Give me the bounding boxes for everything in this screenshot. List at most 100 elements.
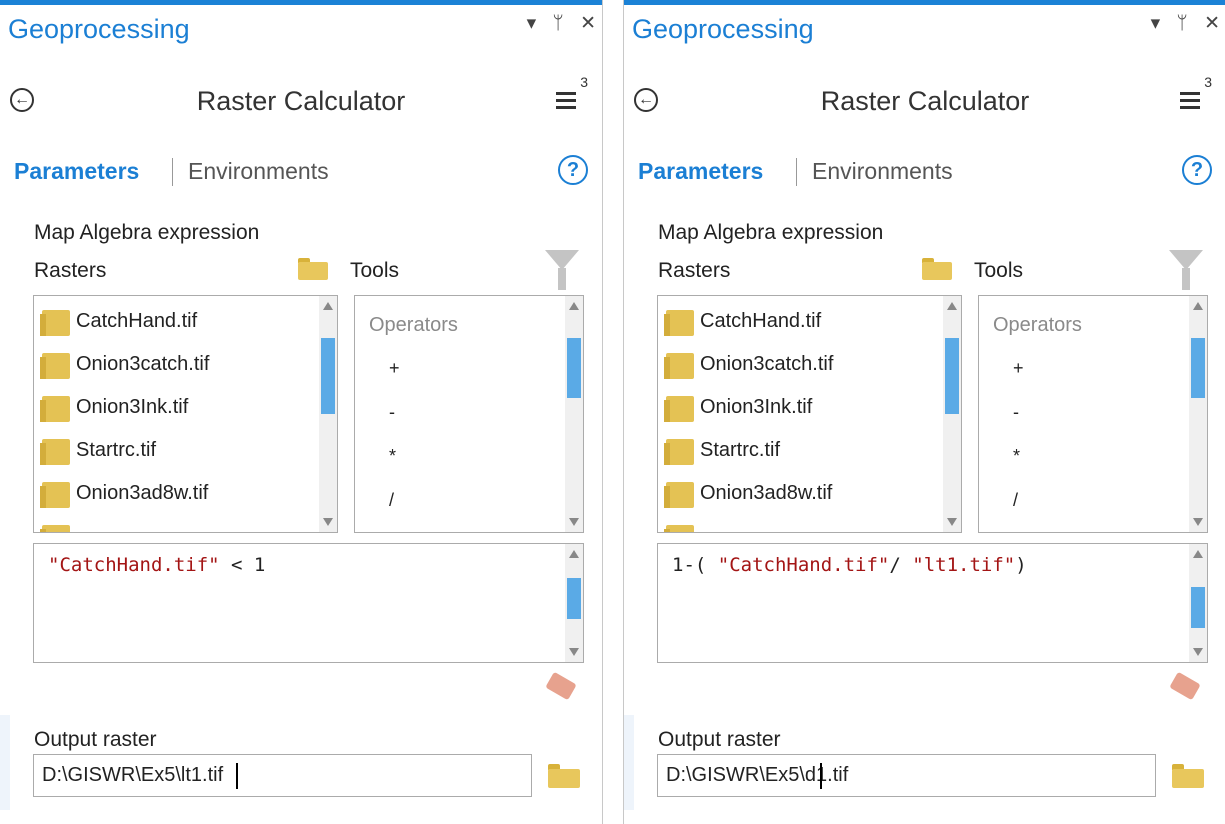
operator-item[interactable]: /	[1013, 490, 1018, 511]
close-icon[interactable]: ✕	[580, 13, 596, 34]
rasters-label: Rasters	[34, 259, 107, 282]
window-controls: ▾ ᛘ ✕	[1140, 12, 1220, 35]
raster-folder-icon	[664, 482, 694, 508]
operator-item[interactable]: -	[389, 402, 395, 423]
scroll-up-icon[interactable]	[569, 302, 579, 310]
operator-item[interactable]: *	[1013, 446, 1020, 467]
scroll-thumb[interactable]	[321, 338, 335, 414]
browse-folder-icon[interactable]	[1172, 764, 1204, 788]
folder-icon[interactable]	[922, 258, 952, 280]
raster-name: Onion3catch.tif	[76, 353, 210, 375]
expression-text[interactable]: "CatchHand.tif" < 1	[48, 554, 265, 576]
tools-list[interactable]: Operators + - * /	[978, 295, 1208, 533]
raster-name: Onion3ad8w.tif	[700, 482, 833, 504]
scroll-thumb[interactable]	[567, 338, 581, 398]
scroll-down-icon[interactable]	[947, 518, 957, 526]
text-caret	[236, 763, 238, 789]
geoprocessing-pane-right: Geoprocessing ▾ ᛘ ✕ ← Raster Calculator …	[624, 0, 1225, 824]
scroll-down-icon[interactable]	[323, 518, 333, 526]
tool-title: Raster Calculator	[820, 86, 1030, 116]
raster-name: Onion3Ink.tif	[700, 396, 813, 418]
scroll-up-icon[interactable]	[323, 302, 333, 310]
operators-header[interactable]: Operators	[993, 314, 1082, 337]
raster-folder-icon	[40, 525, 70, 532]
window-controls: ▾ ᛘ ✕	[516, 12, 596, 35]
scroll-up-icon[interactable]	[569, 550, 579, 558]
scroll-thumb[interactable]	[1191, 338, 1205, 398]
pane-title: Geoprocessing	[8, 14, 190, 44]
rasters-list[interactable]: CatchHand.tif Onion3catch.tif Onion3Ink.ti…	[33, 295, 338, 533]
expression-editor[interactable]: 1-( "CatchHand.tif"/ "lt1.tif")	[657, 543, 1208, 663]
scroll-down-icon[interactable]	[569, 518, 579, 526]
tab-environments[interactable]: Environments	[812, 158, 953, 185]
scroll-down-icon[interactable]	[569, 648, 579, 656]
expression-editor[interactable]: "CatchHand.tif" < 1	[33, 543, 584, 663]
eraser-icon[interactable]	[545, 671, 577, 701]
menu-icon[interactable]	[556, 92, 576, 113]
menu-count-badge: 3	[580, 74, 588, 90]
operator-item[interactable]: +	[389, 358, 400, 379]
scroll-thumb[interactable]	[1191, 586, 1205, 628]
expr-string-2: "lt1.tif"	[912, 554, 1016, 576]
tools-scrollbar[interactable]	[1189, 296, 1207, 532]
filter-icon[interactable]	[545, 250, 579, 270]
operator-item[interactable]: /	[389, 490, 394, 511]
raster-name: Onion3catch.tif	[700, 353, 834, 375]
output-raster-input[interactable]	[657, 754, 1156, 797]
raster-folder-icon	[664, 396, 694, 422]
scroll-thumb[interactable]	[945, 338, 959, 414]
raster-folder-icon	[40, 396, 70, 422]
dropdown-icon[interactable]: ▾	[1151, 13, 1161, 34]
tools-list[interactable]: Operators + - * /	[354, 295, 584, 533]
raster-folder-icon	[40, 353, 70, 379]
rasters-label: Rasters	[658, 259, 731, 282]
expression-label: Map Algebra expression	[34, 221, 260, 244]
scroll-up-icon[interactable]	[947, 302, 957, 310]
operator-item[interactable]: +	[1013, 358, 1024, 379]
expression-scrollbar[interactable]	[565, 544, 583, 662]
scroll-down-icon[interactable]	[1193, 648, 1203, 656]
tools-label: Tools	[350, 259, 400, 282]
output-raster-input[interactable]	[33, 754, 532, 797]
rasters-scrollbar[interactable]	[943, 296, 961, 532]
scroll-down-icon[interactable]	[1193, 518, 1203, 526]
folder-icon[interactable]	[298, 258, 328, 280]
expression-scrollbar[interactable]	[1189, 544, 1207, 662]
tools-scrollbar[interactable]	[565, 296, 583, 532]
rasters-scrollbar[interactable]	[319, 296, 337, 532]
operator-item[interactable]: -	[1013, 402, 1019, 423]
output-raster-label: Output raster	[34, 728, 157, 751]
raster-folder-icon	[664, 525, 694, 532]
raster-folder-icon	[40, 310, 70, 336]
tab-parameters[interactable]: Parameters	[638, 158, 763, 185]
raster-name: CatchHand.tif	[76, 310, 198, 332]
operator-item[interactable]: *	[389, 446, 396, 467]
operators-header[interactable]: Operators	[369, 314, 458, 337]
menu-icon[interactable]	[1180, 92, 1200, 113]
dropdown-icon[interactable]: ▾	[527, 13, 537, 34]
expr-string-1: "CatchHand.tif"	[48, 554, 220, 576]
rasters-list[interactable]: CatchHand.tif Onion3catch.tif Onion3Ink.ti…	[657, 295, 962, 533]
browse-folder-icon[interactable]	[548, 764, 580, 788]
pin-icon[interactable]: ᛘ	[1176, 13, 1187, 34]
raster-name: Onion3ad8w.tif	[76, 482, 209, 504]
pin-icon[interactable]: ᛘ	[552, 13, 563, 34]
expression-text[interactable]: 1-( "CatchHand.tif"/ "lt1.tif")	[672, 554, 1027, 576]
raster-folder-icon	[40, 482, 70, 508]
scroll-up-icon[interactable]	[1193, 550, 1203, 558]
expr-middle: < 1	[219, 554, 266, 576]
scroll-thumb[interactable]	[567, 578, 581, 620]
tab-environments[interactable]: Environments	[188, 158, 329, 185]
help-icon[interactable]: ?	[1182, 155, 1212, 185]
pane-title: Geoprocessing	[632, 14, 814, 44]
filter-icon[interactable]	[1169, 250, 1203, 270]
geoprocessing-pane-left: Geoprocessing ▾ ᛘ ✕ ← Raster Calculator …	[0, 0, 602, 824]
tab-parameters[interactable]: Parameters	[14, 158, 139, 185]
expr-middle: /	[889, 554, 913, 576]
eraser-icon[interactable]	[1169, 671, 1201, 701]
scroll-up-icon[interactable]	[1193, 302, 1203, 310]
raster-name: Startrc.tif	[76, 439, 157, 461]
expr-string-1: "CatchHand.tif"	[717, 554, 890, 576]
help-icon[interactable]: ?	[558, 155, 588, 185]
close-icon[interactable]: ✕	[1204, 13, 1220, 34]
